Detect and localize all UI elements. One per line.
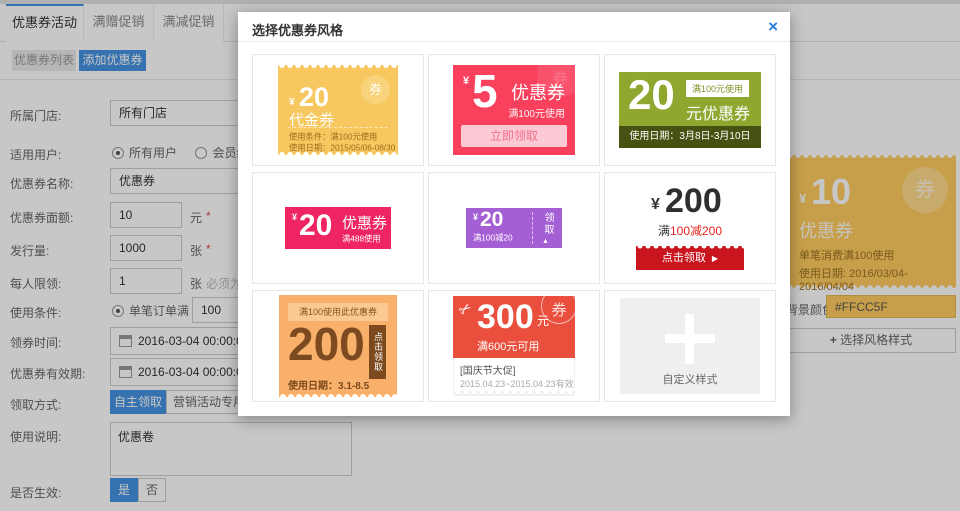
- condition-text: 满100减20: [473, 232, 513, 244]
- custom-style-box: 自定义样式: [620, 298, 760, 394]
- perforation-edge: [636, 242, 744, 250]
- currency: ¥: [289, 97, 295, 108]
- coupon-white-red: ¥ 200 满100减200 点击领取▶: [636, 186, 744, 270]
- perforation-edge: [279, 393, 397, 401]
- coupon-pink: 券 ¥ 5 优惠券 满100元使用 立即领取: [453, 65, 575, 155]
- condition-text: 满488使用: [342, 233, 381, 245]
- wavy-edge: [454, 391, 574, 399]
- arrow-up-icon: ▲: [542, 238, 549, 245]
- currency: ¥: [463, 75, 469, 87]
- coupon-style-grid: 券 ¥ 20 代金券 使用条件：满100元使用 使用日期：2015/05/06-…: [252, 54, 776, 402]
- coupon-tomato: ✂ 300 元 满600元可用 券 [国庆节大促] 2015.04.23~201…: [453, 296, 575, 396]
- amount: 20: [628, 71, 675, 119]
- claim-label: 领取: [540, 212, 555, 236]
- condition-text: 满600元可用: [477, 338, 539, 354]
- currency: ¥: [292, 212, 297, 222]
- coupon-style-card-5[interactable]: ¥ 20 满100减20 领取 ▲: [428, 172, 600, 284]
- plus-icon: [685, 314, 694, 364]
- coupon-style-card-2[interactable]: 券 ¥ 5 优惠券 满100元使用 立即领取: [428, 54, 600, 166]
- amount: 20: [299, 209, 332, 243]
- coupon-top-section: ✂ 300 元 满600元可用 券: [453, 296, 575, 358]
- event-text: [国庆节大促]: [460, 362, 516, 377]
- coupon-style-card-custom[interactable]: 自定义样式: [604, 290, 776, 402]
- currency: ¥: [651, 196, 660, 214]
- coupon-name: 元优惠券: [686, 100, 750, 124]
- condition-badge: 满100元使用: [686, 80, 749, 97]
- amount: 200: [288, 317, 365, 371]
- currency: ¥: [473, 212, 478, 222]
- coupon-orange: 满100使用此优惠券 200 点击领取 使用日期：3.1-8.5: [279, 295, 397, 397]
- coupon-style-modal: 选择优惠券风格 × 券 ¥ 20 代金券 使用条件：满100元使用 使用日期：2…: [238, 12, 790, 416]
- date-text: 使用日期：3月8日-3月10日: [619, 126, 761, 148]
- dashed-divider: [532, 212, 533, 244]
- condition-value: 100减200: [670, 224, 722, 238]
- coupon-style-card-8[interactable]: ✂ 300 元 满600元可用 券 [国庆节大促] 2015.04.23~201…: [428, 290, 600, 402]
- claim-now-button[interactable]: 立即领取: [461, 125, 567, 147]
- condition-prefix: 满: [658, 224, 670, 238]
- dashed-divider: [288, 127, 388, 128]
- coupon-purple: ¥ 20 满100减20 领取 ▲: [466, 208, 562, 248]
- coupon-yellow: 券 ¥ 20 代金券 使用条件：满100元使用 使用日期：2015/05/06-…: [278, 65, 398, 155]
- click-claim-button[interactable]: 点击领取 ▶: [636, 246, 744, 270]
- condition-text: 满100减200: [636, 222, 744, 239]
- validity-text: 2015.04.23~2015.04.23有效: [460, 376, 574, 389]
- coupon-style-card-4[interactable]: ¥ 20 优惠券 满488使用: [252, 172, 424, 284]
- amount: 20: [480, 208, 503, 232]
- coupon-name: 优惠券: [511, 79, 565, 105]
- date-text: 使用日期：2015/05/06-08/30: [289, 142, 395, 154]
- condition-text: 满100元使用: [508, 105, 565, 120]
- coupon-bottom-section: [国庆节大促] 2015.04.23~2015.04.23有效: [453, 358, 575, 396]
- modal-header: 选择优惠券风格 ×: [238, 12, 790, 42]
- coupon-style-card-6[interactable]: ¥ 200 满100减200 点击领取 ▶: [604, 172, 776, 284]
- amount: 200: [665, 182, 722, 221]
- coupon-style-card-7[interactable]: 满100使用此优惠券 200 点击领取 使用日期：3.1-8.5: [252, 290, 424, 402]
- perforation-edge: [278, 65, 398, 69]
- coupon-green: 20 满100元使用 元优惠券 使用日期：3月8日-3月10日: [619, 72, 761, 148]
- coupon-name: 优惠券: [342, 212, 387, 233]
- click-claim-label: 点击领取: [662, 252, 706, 264]
- date-text: 使用日期：3.1-8.5: [288, 377, 369, 392]
- custom-style-label: 自定义样式: [620, 371, 760, 387]
- modal-title: 选择优惠券风格: [252, 20, 343, 39]
- amount: 300: [477, 298, 534, 337]
- coupon-style-card-3[interactable]: 20 满100元使用 元优惠券 使用日期：3月8日-3月10日: [604, 54, 776, 166]
- arrow-right-icon: ▶: [712, 254, 718, 263]
- click-claim-tag[interactable]: 点击领取: [369, 325, 386, 379]
- scissors-icon: ✂: [455, 298, 476, 320]
- amount: 5: [472, 65, 498, 118]
- coupon-seal-icon: 券: [361, 75, 390, 104]
- close-icon[interactable]: ×: [768, 17, 778, 37]
- coupon-magenta: ¥ 20 优惠券 满488使用: [285, 207, 391, 249]
- coupon-style-card-1[interactable]: 券 ¥ 20 代金券 使用条件：满100元使用 使用日期：2015/05/06-…: [252, 54, 424, 166]
